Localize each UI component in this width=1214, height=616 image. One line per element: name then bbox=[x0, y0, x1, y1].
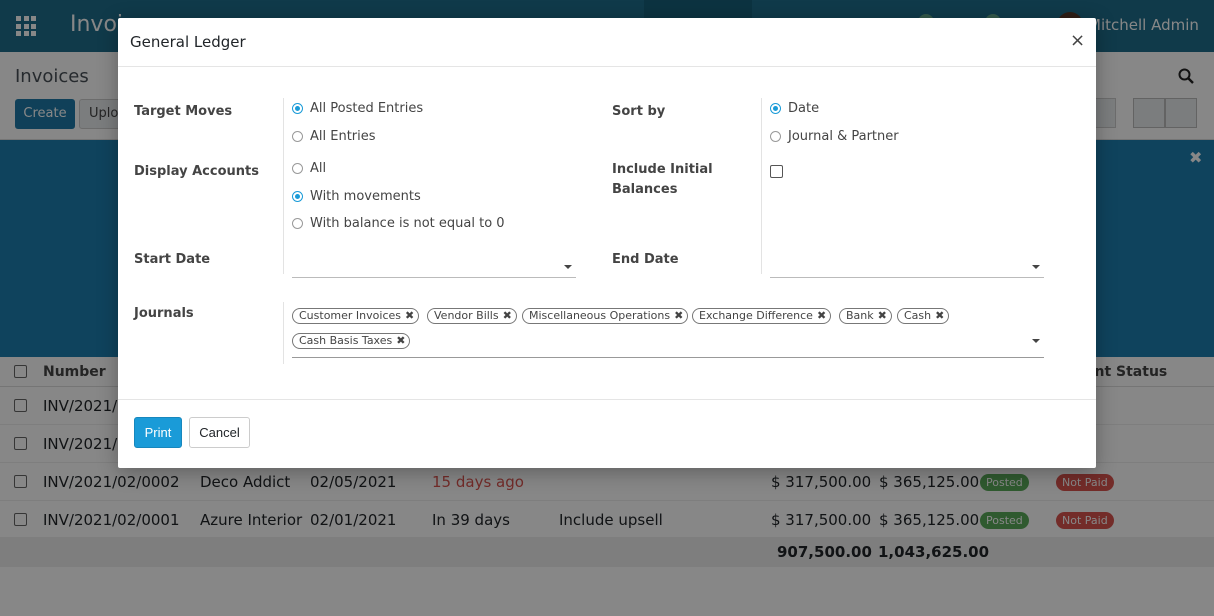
tag-label: Exchange Difference bbox=[699, 309, 813, 322]
label-line: Balances bbox=[612, 182, 678, 197]
radio-with-movements[interactable]: With movements bbox=[292, 189, 421, 204]
journals-label: Journals bbox=[134, 306, 194, 321]
radio-dot[interactable] bbox=[770, 103, 781, 114]
dialog-footer: Print Cancel bbox=[118, 399, 1096, 468]
radio-dot[interactable] bbox=[292, 191, 303, 202]
target-moves-label: Target Moves bbox=[134, 104, 233, 119]
tag-label: Vendor Bills bbox=[434, 309, 499, 322]
radio-label: Date bbox=[788, 101, 820, 116]
radio-label: With movements bbox=[310, 189, 421, 204]
remove-tag-icon[interactable]: ✖ bbox=[405, 309, 414, 323]
journal-tag: Exchange Difference ✖ bbox=[692, 308, 832, 324]
divider bbox=[283, 98, 284, 274]
label-line: Include Initial bbox=[612, 162, 713, 177]
radio-label: With balance is not equal to 0 bbox=[310, 216, 505, 231]
journals-many2many-field[interactable]: Customer Invoices ✖ Vendor Bills ✖ Miscell… bbox=[292, 306, 1044, 358]
journal-tag: Vendor Bills ✖ bbox=[427, 308, 517, 324]
tag-label: Miscellaneous Operations bbox=[529, 309, 671, 322]
chevron-down-icon[interactable] bbox=[1032, 265, 1040, 269]
print-button[interactable]: Print bbox=[134, 417, 182, 448]
sort-by-label: Sort by bbox=[612, 104, 666, 119]
tag-label: Customer Invoices bbox=[299, 309, 401, 322]
journal-tag: Customer Invoices ✖ bbox=[292, 308, 420, 324]
journal-tag: Cash ✖ bbox=[897, 308, 950, 324]
start-date-label: Start Date bbox=[134, 252, 211, 267]
journal-tag: Bank ✖ bbox=[839, 308, 892, 324]
radio-dot[interactable] bbox=[770, 131, 781, 142]
radio-sort-journal-partner[interactable]: Journal & Partner bbox=[770, 129, 899, 144]
include-initial-balances-checkbox[interactable] bbox=[770, 165, 783, 178]
radio-all-posted-entries[interactable]: All Posted Entries bbox=[292, 101, 423, 116]
radio-dot[interactable] bbox=[292, 131, 303, 142]
chevron-down-icon[interactable] bbox=[564, 265, 572, 269]
radio-balance-not-zero[interactable]: With balance is not equal to 0 bbox=[292, 216, 505, 231]
radio-label: All bbox=[310, 161, 327, 176]
remove-tag-icon[interactable]: ✖ bbox=[878, 309, 887, 323]
general-ledger-dialog: General Ledger × Target Moves All Posted… bbox=[118, 18, 1096, 468]
remove-tag-icon[interactable]: ✖ bbox=[503, 309, 512, 323]
divider bbox=[283, 302, 284, 364]
include-initial-balances-label: Include Initial Balances bbox=[612, 160, 713, 200]
radio-dot[interactable] bbox=[292, 218, 303, 229]
remove-tag-icon[interactable]: ✖ bbox=[817, 309, 826, 323]
display-accounts-label: Display Accounts bbox=[134, 164, 259, 179]
radio-all-entries[interactable]: All Entries bbox=[292, 129, 376, 144]
radio-dot[interactable] bbox=[292, 163, 303, 174]
radio-dot[interactable] bbox=[292, 103, 303, 114]
divider bbox=[761, 98, 762, 274]
dialog-title: General Ledger bbox=[130, 33, 246, 51]
cancel-button[interactable]: Cancel bbox=[189, 417, 250, 448]
close-icon[interactable]: × bbox=[1070, 30, 1085, 51]
journal-tag: Cash Basis Taxes ✖ bbox=[292, 333, 411, 349]
radio-label: Journal & Partner bbox=[788, 129, 899, 144]
end-date-input[interactable] bbox=[770, 254, 1044, 278]
start-date-input[interactable] bbox=[292, 254, 576, 278]
tag-label: Cash Basis Taxes bbox=[299, 334, 393, 347]
tag-label: Cash bbox=[904, 309, 932, 322]
dialog-header: General Ledger × bbox=[118, 18, 1096, 67]
remove-tag-icon[interactable]: ✖ bbox=[396, 334, 405, 348]
radio-label: All Posted Entries bbox=[310, 101, 424, 116]
journal-tag: Miscellaneous Operations ✖ bbox=[522, 308, 689, 324]
chevron-down-icon[interactable] bbox=[1032, 339, 1040, 343]
radio-label: All Entries bbox=[310, 129, 376, 144]
radio-display-all[interactable]: All bbox=[292, 161, 326, 176]
radio-sort-date[interactable]: Date bbox=[770, 101, 819, 116]
end-date-label: End Date bbox=[612, 252, 679, 267]
remove-tag-icon[interactable]: ✖ bbox=[935, 309, 944, 323]
tag-label: Bank bbox=[846, 309, 874, 322]
remove-tag-icon[interactable]: ✖ bbox=[674, 309, 683, 323]
